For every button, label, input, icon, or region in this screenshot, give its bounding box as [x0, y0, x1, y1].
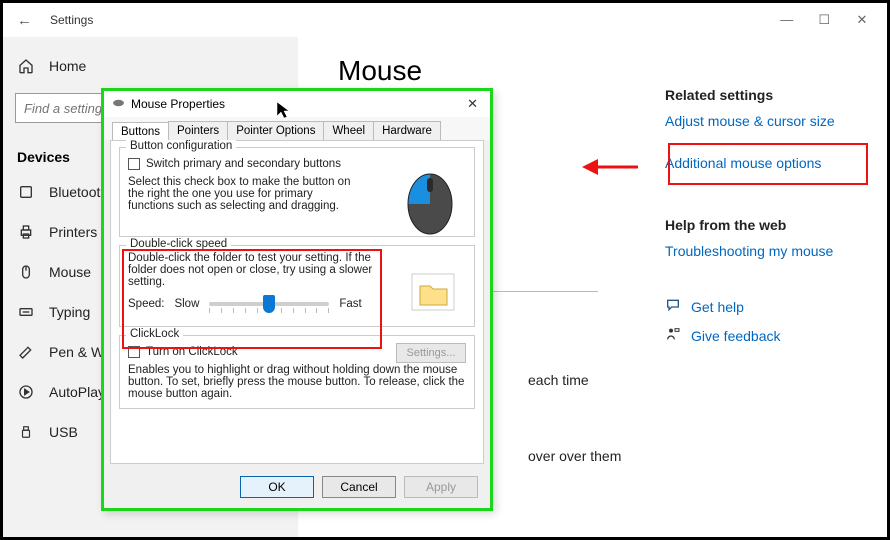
group-double-click: Double-click speed Double-click the fold…	[119, 245, 475, 327]
dialog-titlebar: Mouse Properties ✕	[104, 91, 490, 117]
window-title: Settings	[50, 13, 93, 27]
maximize-icon[interactable]: ☐	[807, 12, 841, 28]
give-feedback-link[interactable]: Give feedback	[665, 326, 871, 345]
dialog-title: Mouse Properties	[131, 97, 225, 111]
link-additional-mouse-options[interactable]: Additional mouse options	[665, 155, 871, 171]
apply-button[interactable]: Apply	[404, 476, 478, 498]
checkbox-icon	[128, 158, 140, 170]
checkbox-icon	[128, 346, 140, 358]
cancel-button[interactable]: Cancel	[322, 476, 396, 498]
sidebar-item-label: Pen & Wi	[49, 344, 107, 360]
dialog-button-row: OK Cancel Apply	[104, 470, 490, 508]
tab-buttons[interactable]: Buttons	[112, 122, 169, 141]
checkbox-label: Switch primary and secondary buttons	[146, 158, 341, 170]
group-title: ClickLock	[126, 328, 183, 340]
link-adjust-mouse-size[interactable]: Adjust mouse & cursor size	[665, 113, 871, 129]
feedback-icon	[665, 326, 681, 345]
group-desc: Select this check box to make the button…	[128, 176, 358, 212]
close-icon[interactable]: ✕	[845, 12, 879, 28]
bluetooth-icon	[17, 184, 35, 200]
mouse-small-icon	[112, 97, 125, 111]
sidebar-item-label: AutoPlay	[49, 384, 105, 400]
back-icon[interactable]: ←	[17, 12, 32, 29]
sidebar-item-label: Typing	[49, 304, 90, 320]
sidebar-item-label: USB	[49, 424, 78, 440]
pen-icon	[17, 344, 35, 360]
usb-icon	[17, 423, 35, 441]
give-feedback-label: Give feedback	[691, 328, 781, 344]
mouse-icon	[17, 264, 35, 280]
checkbox-clicklock[interactable]: Turn on ClickLock	[128, 346, 396, 358]
printer-icon	[17, 224, 35, 240]
group-clicklock: ClickLock Turn on ClickLock Settings... …	[119, 335, 475, 409]
slider-thumb[interactable]	[263, 295, 275, 313]
page-title: Mouse	[338, 55, 637, 87]
group-title: Button configuration	[126, 140, 236, 152]
group-title: Double-click speed	[126, 238, 231, 250]
autoplay-icon	[17, 384, 35, 400]
group-desc: Double-click the folder to test your set…	[128, 252, 378, 288]
tab-hardware[interactable]: Hardware	[373, 121, 441, 140]
group-button-config: Button configuration Switch primary and …	[119, 147, 475, 237]
dialog-body: Button configuration Switch primary and …	[110, 140, 484, 464]
clicklock-settings-button[interactable]: Settings...	[396, 343, 466, 363]
related-settings-head: Related settings	[665, 87, 871, 103]
tab-pointers[interactable]: Pointers	[168, 121, 228, 140]
sidebar-home-label: Home	[49, 58, 86, 74]
titlebar: ← Settings — ☐ ✕	[3, 3, 887, 37]
sidebar-item-label: Mouse	[49, 264, 91, 280]
fast-label: Fast	[339, 298, 361, 310]
keyboard-icon	[17, 304, 35, 320]
folder-test-target[interactable]	[410, 272, 456, 315]
get-help-label: Get help	[691, 299, 744, 315]
group-desc: Enables you to highlight or drag without…	[128, 364, 466, 400]
ok-button[interactable]: OK	[240, 476, 314, 498]
sidebar-item-label: Bluetooth	[49, 184, 108, 200]
link-troubleshoot-mouse[interactable]: Troubleshooting my mouse	[665, 243, 871, 259]
tab-pointer-options[interactable]: Pointer Options	[227, 121, 324, 140]
dialog-tabstrip: Buttons Pointers Pointer Options Wheel H…	[104, 117, 490, 140]
window-controls: — ☐ ✕	[770, 12, 879, 28]
dialog-close-icon[interactable]: ✕	[463, 96, 482, 112]
tab-wheel[interactable]: Wheel	[323, 121, 374, 140]
slow-label: Slow	[174, 298, 199, 310]
mouse-properties-dialog: Mouse Properties ✕ Buttons Pointers Poin…	[101, 88, 493, 511]
minimize-icon[interactable]: —	[770, 12, 804, 27]
get-help-link[interactable]: Get help	[665, 297, 871, 316]
speed-label: Speed:	[128, 298, 164, 310]
sidebar-home[interactable]: Home	[3, 47, 298, 85]
mouse-image	[402, 164, 458, 236]
home-icon	[17, 58, 35, 74]
double-click-speed-slider[interactable]	[209, 302, 329, 306]
checkbox-label: Turn on ClickLock	[146, 346, 238, 358]
right-panel: Related settings Adjust mouse & cursor s…	[665, 37, 887, 537]
chat-icon	[665, 297, 681, 316]
help-web-head: Help from the web	[665, 217, 871, 233]
